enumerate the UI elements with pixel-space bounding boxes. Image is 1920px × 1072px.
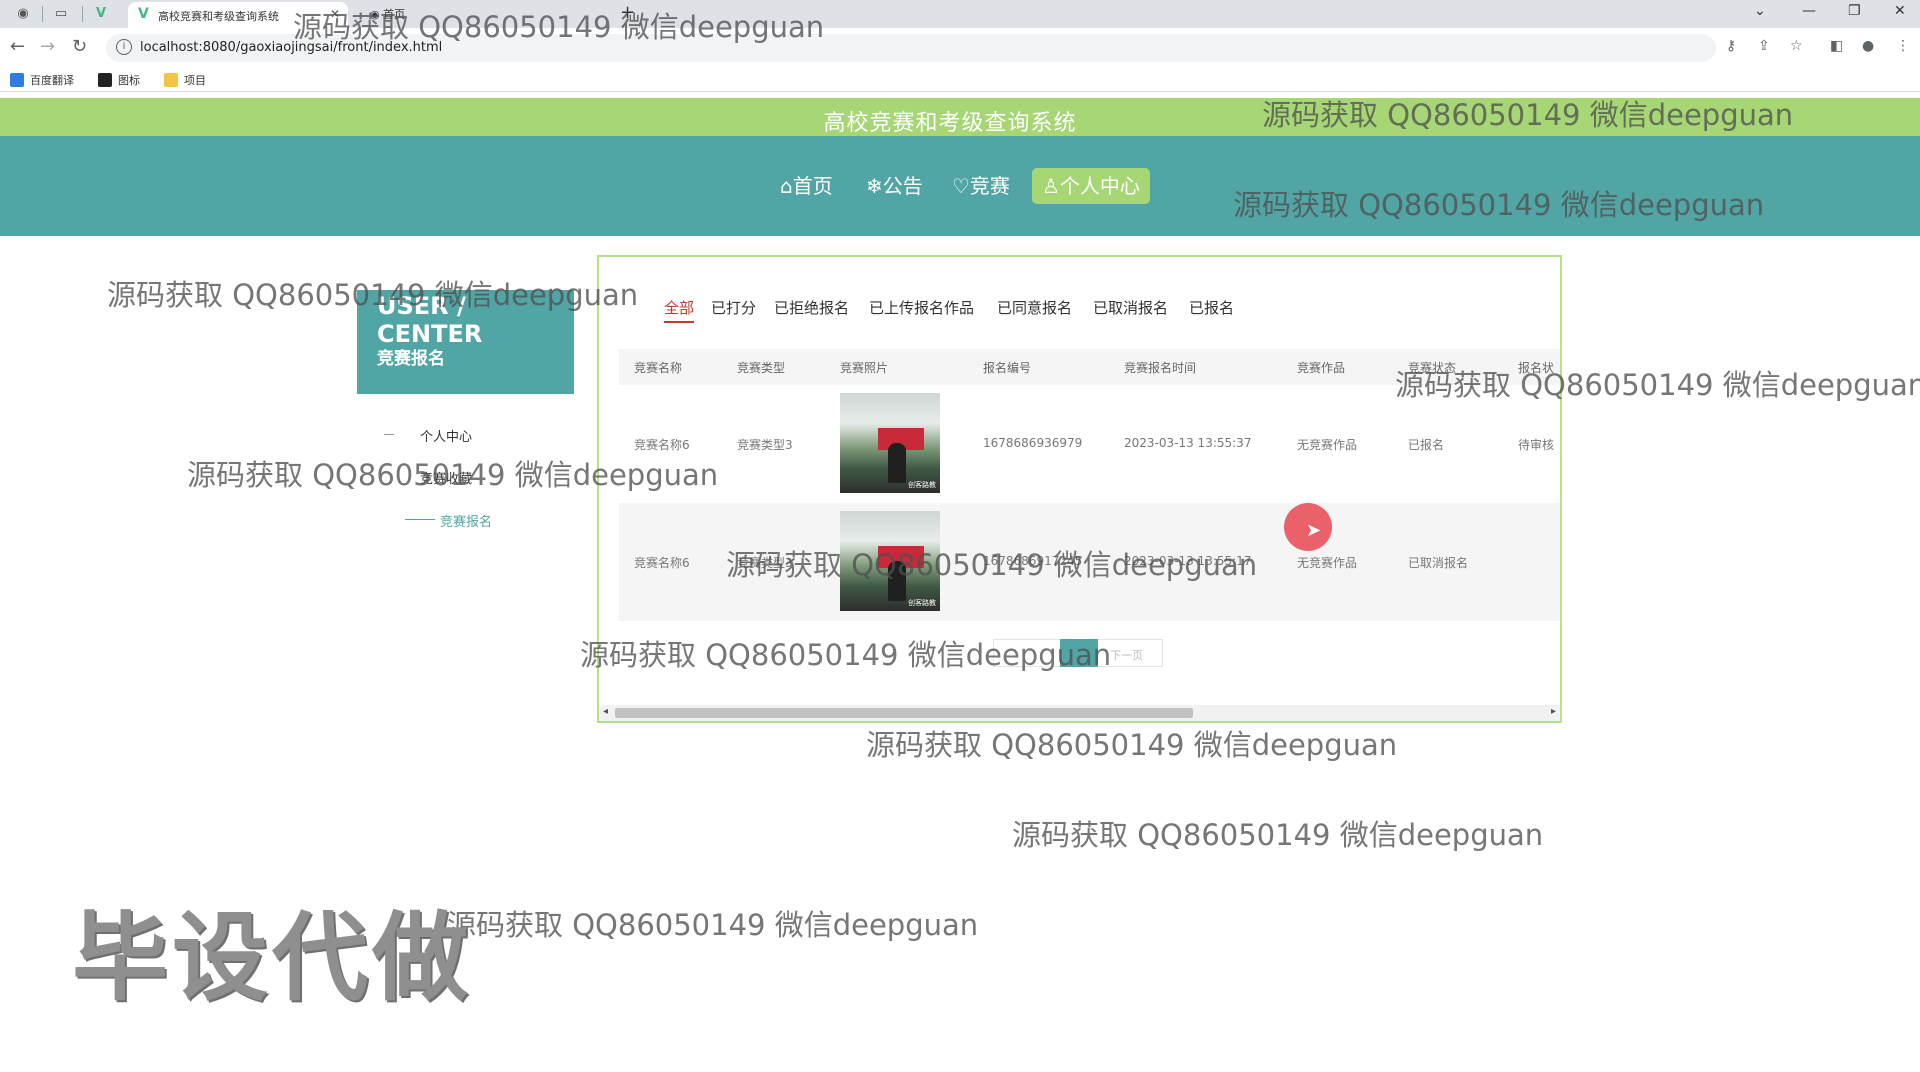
tab-separator — [42, 6, 43, 22]
share-icon[interactable]: ⇪ — [1758, 38, 1770, 54]
col-photo: 竞赛照片 — [840, 361, 889, 375]
watermark: 源码获取 QQ86050149 微信deepguan — [866, 728, 1398, 762]
browser-menu-icon[interactable]: ◉ — [14, 5, 32, 23]
side-panel-icon[interactable]: ◧ — [1830, 38, 1843, 54]
filter-tab-scored[interactable]: 已打分 — [711, 297, 756, 318]
folder-icon — [164, 73, 178, 87]
profile-icon[interactable]: ● — [1862, 38, 1874, 54]
bookmarks-bar: 百度翻译 图标 项目 — [0, 68, 1920, 92]
forward-icon[interactable]: → — [40, 36, 55, 57]
sidebar-item-registration[interactable]: 竞赛报名 — [440, 511, 492, 530]
cell-status: 已取消报名 — [1408, 556, 1469, 570]
sidebar-item-user-center[interactable]: 个人中心 — [420, 426, 472, 445]
nav-user-center[interactable]: ♙个人中心 — [1032, 168, 1150, 204]
watermark: 源码获取 QQ86050149 微信deepguan — [1012, 818, 1544, 852]
nav-competition[interactable]: ♡竞赛 — [946, 168, 1016, 204]
tab-separator — [82, 6, 83, 22]
back-icon[interactable]: ← — [10, 36, 25, 57]
cell-time: 2023-03-13 13:55:37 — [1124, 436, 1252, 450]
photo-caption: 创客路教 — [908, 599, 936, 607]
bookmark-icons[interactable]: 图标 — [98, 72, 140, 88]
reload-icon[interactable]: ↻ — [72, 36, 87, 57]
cell-number: 1678686936979 — [983, 436, 1083, 450]
scroll-right-icon[interactable]: ▸ — [1551, 706, 1556, 717]
big-watermark: 毕设代做 — [72, 902, 472, 1014]
watermark: 源码获取 QQ86050149 微信deepguan — [447, 908, 979, 942]
photo-caption: 创客路教 — [908, 481, 936, 489]
col-type: 竞赛类型 — [737, 361, 786, 375]
key-icon[interactable]: ⚷ — [1726, 38, 1736, 54]
watermark: 源码获取 QQ86050149 微信deepguan — [187, 458, 719, 492]
user-center-subtitle: 竞赛报名 — [377, 349, 445, 369]
watermark: 源码获取 QQ86050149 微信deepguan — [1395, 368, 1920, 402]
cell-work: 无竞赛作品 — [1297, 556, 1358, 570]
col-work: 竞赛作品 — [1297, 361, 1346, 375]
watermark: 源码获取 QQ86050149 微信deepguan — [107, 278, 639, 312]
cell-reg-status: 待审核 — [1518, 438, 1555, 452]
watermark: 源码获取 QQ86050149 微信deepguan — [726, 548, 1258, 582]
tab-search-icon[interactable]: ⌄ — [1754, 3, 1766, 19]
watermark: 源码获取 QQ86050149 微信deepguan — [580, 638, 1112, 672]
filter-tab-registered[interactable]: 已报名 — [1189, 297, 1234, 318]
translate-icon — [10, 73, 24, 87]
sidebar-divider — [384, 434, 394, 435]
browser-toolbar: ← → ↻ i localhost:8080/gaoxiaojingsai/fr… — [0, 28, 1920, 68]
mouse-cursor-icon: ➤ — [1306, 520, 1322, 541]
minimize-icon[interactable]: — — [1802, 3, 1816, 19]
cell-type: 竞赛类型3 — [737, 438, 793, 452]
vue-tab-icon[interactable]: V — [92, 5, 110, 23]
filter-tab-approved[interactable]: 已同意报名 — [997, 297, 1072, 318]
horizontal-scrollbar[interactable]: ◂ ▸ — [599, 705, 1560, 721]
close-window-icon[interactable]: ✕ — [1894, 3, 1906, 19]
scrollbar-thumb[interactable] — [615, 708, 1193, 718]
vue-favicon-icon: V — [138, 6, 149, 22]
site-info-icon[interactable]: i — [116, 39, 132, 55]
star-icon[interactable]: ☆ — [1790, 38, 1803, 54]
sidebar-active-marker — [405, 519, 435, 520]
col-name: 竞赛名称 — [634, 361, 683, 375]
bookmark-translate[interactable]: 百度翻译 — [10, 72, 74, 88]
nav-home[interactable]: ⌂首页 — [774, 168, 839, 204]
cell-work: 无竞赛作品 — [1297, 438, 1358, 452]
filter-tab-all[interactable]: 全部 — [664, 297, 695, 323]
watermark: 源码获取 QQ86050149 微信deepguan — [1262, 98, 1794, 132]
cell-status: 已报名 — [1408, 438, 1445, 452]
col-number: 报名编号 — [983, 361, 1032, 375]
bookmark-project[interactable]: 项目 — [164, 72, 206, 88]
col-time: 竞赛报名时间 — [1124, 361, 1197, 375]
nav-notice[interactable]: ❄公告 — [860, 168, 929, 204]
competition-photo: 创客路教 — [840, 393, 940, 493]
blank-tab-icon[interactable]: ▭ — [52, 5, 70, 23]
photo-figure — [888, 443, 906, 483]
restore-icon[interactable]: ❐ — [1848, 3, 1861, 19]
watermark: 源码获取 QQ86050149 微信deepguan — [293, 10, 825, 44]
scroll-left-icon[interactable]: ◂ — [603, 706, 608, 717]
browser-tab-strip: ◉ ▭ V V 高校竞赛和考级查询系统 ✕ ◉ 首页 + ⌄ — ❐ ✕ — [0, 0, 1920, 28]
tab-title: 高校竞赛和考级查询系统 — [158, 10, 279, 23]
cell-name: 竞赛名称6 — [634, 438, 690, 452]
filter-tab-cancelled[interactable]: 已取消报名 — [1093, 297, 1168, 318]
image-icon — [98, 73, 112, 87]
filter-tab-uploaded[interactable]: 已上传报名作品 — [869, 297, 974, 318]
watermark: 源码获取 QQ86050149 微信deepguan — [1233, 188, 1765, 222]
more-menu-icon[interactable]: ⋮ — [1896, 38, 1910, 54]
next-page-button[interactable]: 下一页 — [1110, 647, 1143, 663]
filter-tab-rejected[interactable]: 已拒绝报名 — [774, 297, 849, 318]
cell-name: 竞赛名称6 — [634, 556, 690, 570]
